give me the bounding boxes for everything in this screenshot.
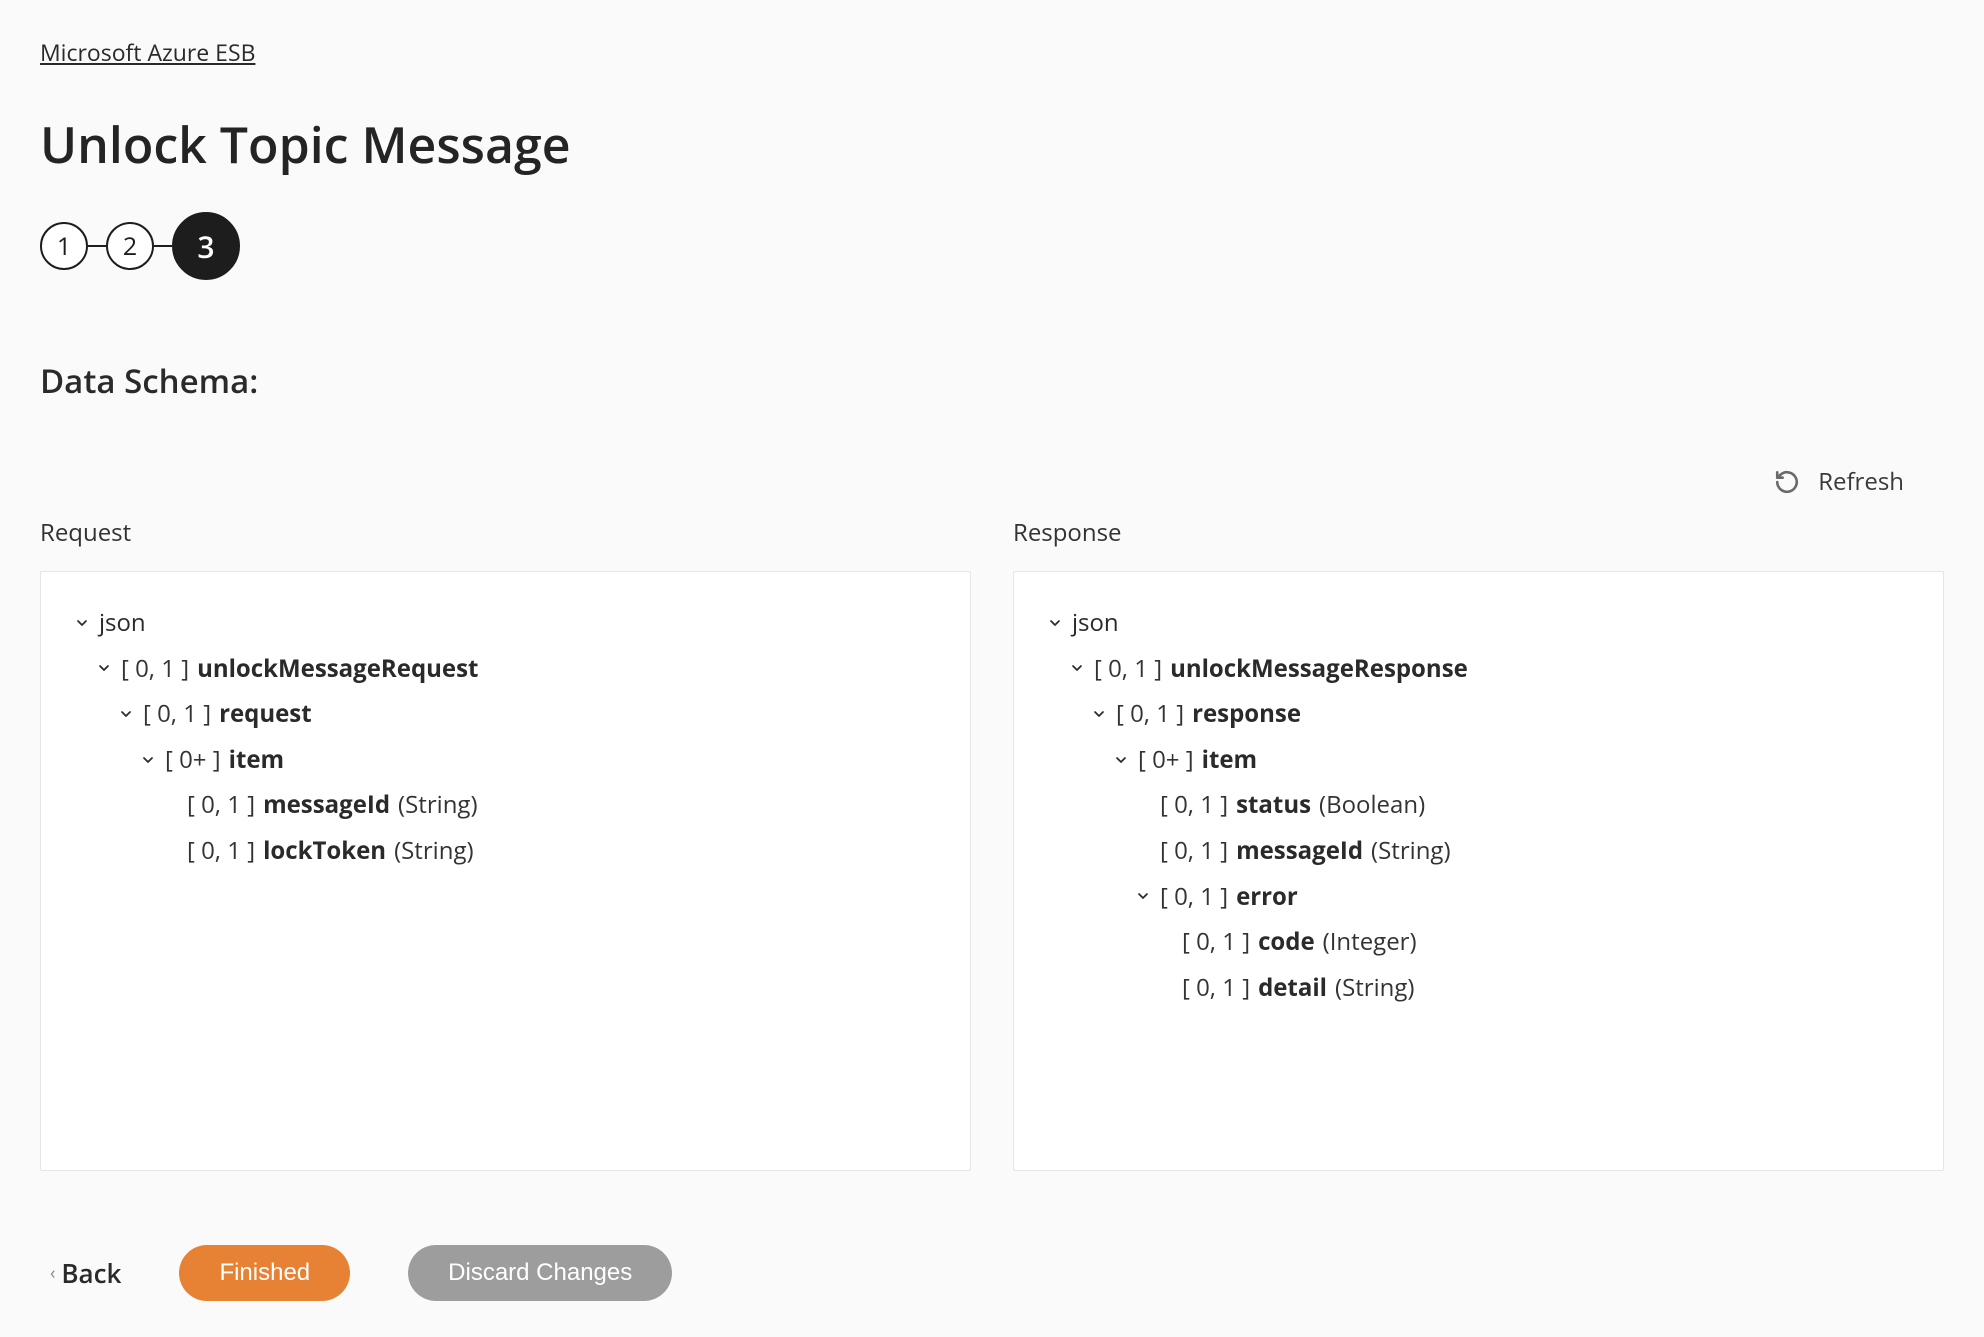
tree-node-type: (String) bbox=[398, 782, 478, 828]
tree-node-type: (String) bbox=[394, 828, 474, 874]
tree-node-type: (Integer) bbox=[1323, 919, 1417, 965]
tree-node-cardinality: [ 0+ ] bbox=[1138, 737, 1194, 783]
tree-node-cardinality: [ 0, 1 ] bbox=[1160, 874, 1228, 920]
finished-button[interactable]: Finished bbox=[179, 1245, 350, 1301]
tree-node: [ 0, 1 ] status (Boolean) bbox=[1046, 782, 1911, 828]
tree-node-type: (String) bbox=[1371, 828, 1451, 874]
chevron-down-icon[interactable] bbox=[1134, 888, 1152, 904]
tree-node-name: response bbox=[1192, 691, 1301, 737]
tree-node-name: error bbox=[1236, 874, 1298, 920]
tree-node-cardinality: [ 0, 1 ] bbox=[143, 691, 211, 737]
tree-node: [ 0, 1 ] detail (String) bbox=[1046, 965, 1911, 1011]
stepper: 1 2 3 bbox=[40, 212, 1944, 280]
page-title: Unlock Topic Message bbox=[40, 110, 1944, 178]
tree-node-name: request bbox=[219, 691, 312, 737]
tree-node-name: messageId bbox=[1236, 828, 1363, 874]
tree-node-label: json bbox=[99, 600, 146, 646]
chevron-down-icon[interactable] bbox=[139, 752, 157, 768]
refresh-button[interactable]: Refresh bbox=[40, 465, 1944, 498]
tree-node-name: lockToken bbox=[263, 828, 386, 874]
section-title: Data Schema: bbox=[40, 358, 1944, 403]
tree-node-cardinality: [ 0, 1 ] bbox=[121, 646, 189, 692]
tree-node[interactable]: json bbox=[73, 600, 938, 646]
tree-node-name: detail bbox=[1258, 965, 1327, 1011]
chevron-down-icon[interactable] bbox=[1046, 615, 1064, 631]
tree-node[interactable]: [ 0+ ] item bbox=[1046, 737, 1911, 783]
stepper-connector bbox=[88, 245, 106, 247]
tree-node[interactable]: [ 0, 1 ] response bbox=[1046, 691, 1911, 737]
request-panel: json[ 0, 1 ] unlockMessageRequest[ 0, 1 … bbox=[40, 571, 971, 1171]
tree-node-name: code bbox=[1258, 919, 1315, 965]
tree-node[interactable]: [ 0, 1 ] error bbox=[1046, 874, 1911, 920]
chevron-down-icon[interactable] bbox=[1068, 660, 1086, 676]
tree-node: [ 0, 1 ] code (Integer) bbox=[1046, 919, 1911, 965]
response-panel: json[ 0, 1 ] unlockMessageResponse[ 0, 1… bbox=[1013, 571, 1944, 1171]
chevron-down-icon[interactable] bbox=[95, 660, 113, 676]
breadcrumb-link[interactable]: Microsoft Azure ESB bbox=[40, 36, 255, 68]
request-panel-label: Request bbox=[40, 516, 971, 549]
tree-node-cardinality: [ 0+ ] bbox=[165, 737, 221, 783]
tree-node-cardinality: [ 0, 1 ] bbox=[1160, 828, 1228, 874]
tree-node: [ 0, 1 ] lockToken (String) bbox=[73, 828, 938, 874]
chevron-down-icon[interactable] bbox=[1090, 706, 1108, 722]
refresh-label: Refresh bbox=[1818, 465, 1904, 498]
tree-node-label: json bbox=[1072, 600, 1119, 646]
stepper-connector bbox=[154, 245, 172, 247]
tree-node-cardinality: [ 0, 1 ] bbox=[1182, 965, 1250, 1011]
tree-node[interactable]: json bbox=[1046, 600, 1911, 646]
tree-node-name: messageId bbox=[263, 782, 390, 828]
step-1[interactable]: 1 bbox=[40, 222, 88, 270]
tree-node-cardinality: [ 0, 1 ] bbox=[1160, 782, 1228, 828]
tree-node[interactable]: [ 0+ ] item bbox=[73, 737, 938, 783]
tree-node-name: unlockMessageResponse bbox=[1170, 646, 1468, 692]
tree-node-name: status bbox=[1236, 782, 1311, 828]
tree-node: [ 0, 1 ] messageId (String) bbox=[1046, 828, 1911, 874]
tree-node-name: unlockMessageRequest bbox=[197, 646, 478, 692]
tree-node-cardinality: [ 0, 1 ] bbox=[1182, 919, 1250, 965]
chevron-down-icon[interactable] bbox=[117, 706, 135, 722]
tree-node-cardinality: [ 0, 1 ] bbox=[187, 828, 255, 874]
response-panel-label: Response bbox=[1013, 516, 1944, 549]
tree-node-type: (String) bbox=[1335, 965, 1415, 1011]
step-2[interactable]: 2 bbox=[106, 222, 154, 270]
chevron-left-icon: ‹ bbox=[50, 1261, 55, 1285]
chevron-down-icon[interactable] bbox=[1112, 752, 1130, 768]
step-3-active[interactable]: 3 bbox=[172, 212, 240, 280]
tree-node-cardinality: [ 0, 1 ] bbox=[187, 782, 255, 828]
tree-node[interactable]: [ 0, 1 ] unlockMessageResponse bbox=[1046, 646, 1911, 692]
tree-node-name: item bbox=[1202, 737, 1258, 783]
refresh-icon bbox=[1774, 469, 1800, 495]
tree-node-cardinality: [ 0, 1 ] bbox=[1116, 691, 1184, 737]
back-button[interactable]: ‹ Back bbox=[50, 1255, 121, 1291]
tree-node[interactable]: [ 0, 1 ] unlockMessageRequest bbox=[73, 646, 938, 692]
tree-node[interactable]: [ 0, 1 ] request bbox=[73, 691, 938, 737]
tree-node: [ 0, 1 ] messageId (String) bbox=[73, 782, 938, 828]
chevron-down-icon[interactable] bbox=[73, 615, 91, 631]
discard-changes-button[interactable]: Discard Changes bbox=[408, 1245, 672, 1301]
back-label: Back bbox=[61, 1255, 121, 1291]
tree-node-cardinality: [ 0, 1 ] bbox=[1094, 646, 1162, 692]
tree-node-name: item bbox=[229, 737, 285, 783]
tree-node-type: (Boolean) bbox=[1319, 782, 1425, 828]
